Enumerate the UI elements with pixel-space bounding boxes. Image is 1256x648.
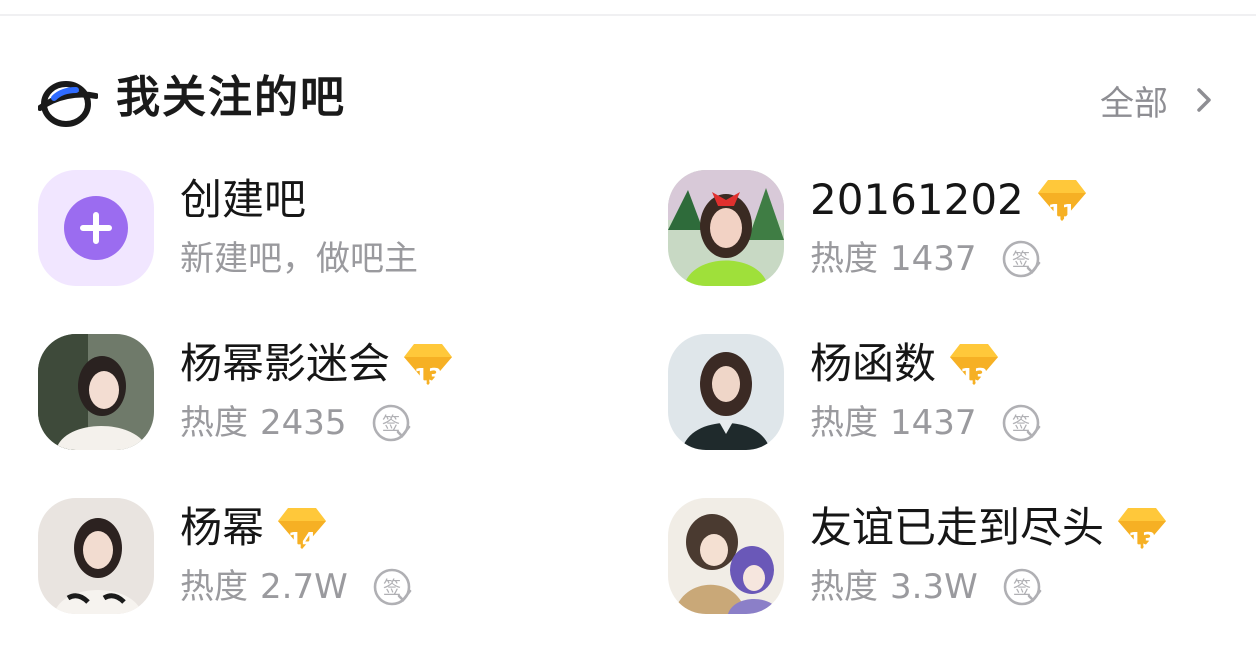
bar-name: 20161202 [810,175,1024,224]
plus-circle-icon [64,196,128,260]
bar-avatar [38,334,154,450]
bar-name: 友谊已走到尽头 [810,503,1105,552]
bar-item-friendship-ended[interactable]: 友谊已走到尽头 13 热度 3.3W 签 [668,498,1228,616]
level-badge: 11 [1036,177,1088,224]
create-bar-subtitle: 新建吧，做吧主 [180,239,418,279]
level-badge: 13 [402,341,454,388]
bar-item-20161202[interactable]: 20161202 11 热度 1437 签 [668,170,1228,288]
level-number: 14 [288,528,316,552]
heat-label: 热度 [810,239,878,279]
level-number: 13 [960,364,988,388]
planet-logo-icon [38,81,98,127]
heat-label: 热度 [180,567,248,607]
level-number: 13 [414,364,442,388]
heat-value: 2435 [260,403,347,443]
level-number: 13 [1128,528,1156,552]
create-bar-item[interactable]: 创建吧 新建吧，做吧主 [38,170,598,288]
view-all-label: 全部 [1100,83,1168,124]
sign-in-icon[interactable]: 签 [1002,567,1042,607]
bar-item-yangmi-fanclub[interactable]: 杨幂影迷会 13 热度 2435 签 [38,334,598,452]
heat-value: 3.3W [890,567,978,607]
heat-label: 热度 [810,567,878,607]
heat-label: 热度 [180,403,248,443]
level-badge: 14 [276,505,328,552]
bar-name: 杨函数 [810,339,937,388]
bar-item-yanghanshu[interactable]: 杨函数 13 热度 1437 签 [668,334,1228,452]
create-bar-title: 创建吧 [180,175,307,224]
bar-avatar [668,334,784,450]
chevron-right-icon [1197,88,1211,112]
create-bar-icon-tile [38,170,154,286]
sign-in-icon[interactable]: 签 [371,403,411,443]
bar-avatar [38,498,154,614]
top-divider [0,14,1256,16]
heat-value: 1437 [890,403,977,443]
view-all-link[interactable]: 全部 [1100,78,1218,124]
bar-avatar [668,498,784,614]
heat-label: 热度 [810,403,878,443]
bar-name: 杨幂 [180,503,265,552]
heat-value: 2.7W [260,567,348,607]
page-title: 我关注的吧 [116,72,346,123]
sign-in-icon[interactable]: 签 [1001,239,1041,279]
sign-in-icon[interactable]: 签 [1001,403,1041,443]
followed-bars-header: 我关注的吧 全部 [38,70,1218,130]
bar-name: 杨幂影迷会 [180,339,391,388]
sign-in-icon[interactable]: 签 [372,567,412,607]
level-number: 11 [1047,200,1076,224]
level-badge: 13 [948,341,1000,388]
level-badge: 13 [1116,505,1168,552]
heat-value: 1437 [890,239,977,279]
bar-item-yangmi[interactable]: 杨幂 14 热度 2.7W 签 [38,498,598,616]
bar-avatar [668,170,784,286]
